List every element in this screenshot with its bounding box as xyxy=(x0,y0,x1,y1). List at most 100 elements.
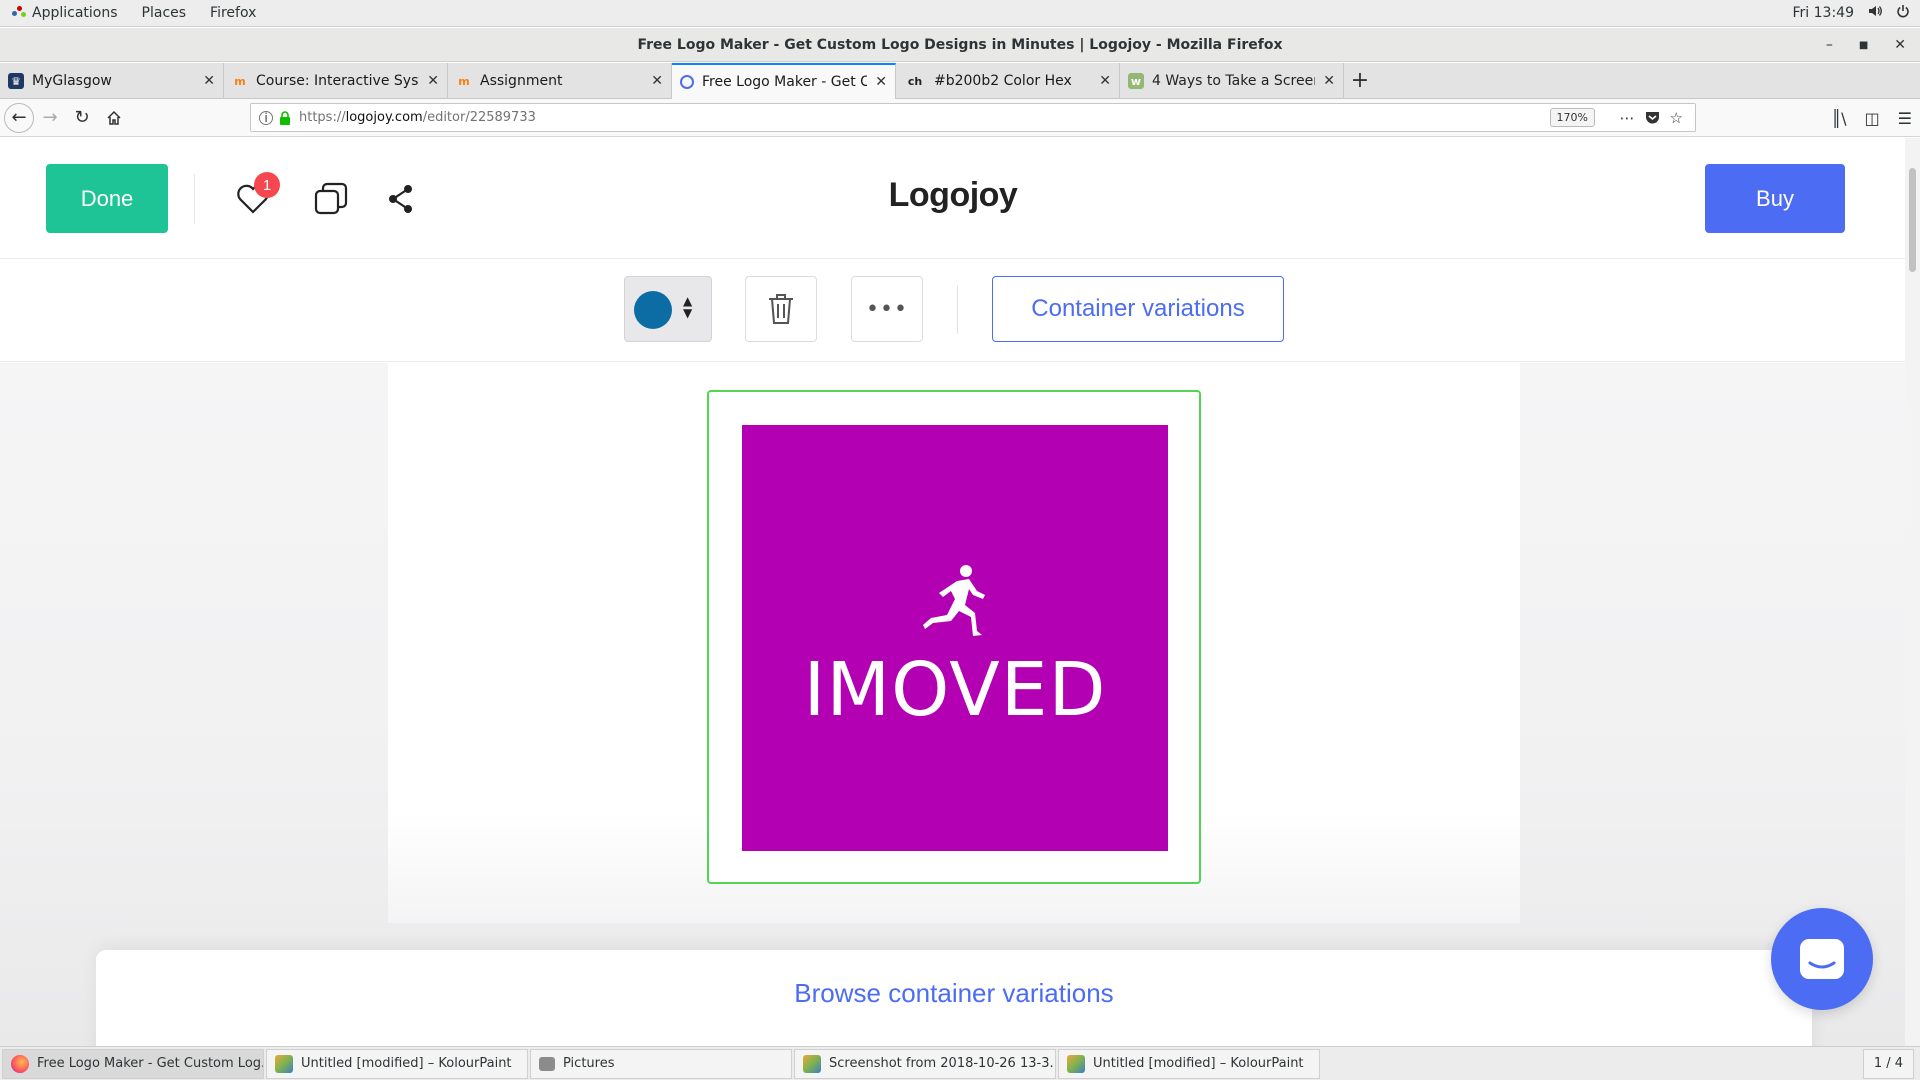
taskbar-label: Untitled [modified] – KolourPaint xyxy=(301,1056,512,1071)
sidebar-icon[interactable]: ◫ xyxy=(1865,109,1880,128)
kolourpaint-icon xyxy=(275,1054,293,1073)
copy-icon xyxy=(314,182,348,215)
tab-myglasgow[interactable]: ♛ MyGlasgow ✕ xyxy=(0,63,224,99)
taskbar-item-kolourpaint-1[interactable]: Untitled [modified] – KolourPaint xyxy=(266,1048,528,1079)
maximize-icon[interactable]: ■ xyxy=(1859,40,1868,51)
moodle-icon: m xyxy=(458,74,470,88)
window-list-taskbar: Free Logo Maker - Get Custom Log... Unti… xyxy=(0,1046,1920,1080)
trash-icon xyxy=(769,294,793,324)
divider xyxy=(957,286,958,334)
chat-icon xyxy=(1800,939,1844,979)
info-icon[interactable]: i xyxy=(259,110,273,125)
taskbar-label: Free Logo Maker - Get Custom Log... xyxy=(37,1056,264,1071)
browse-container-variations-link[interactable]: Browse container variations xyxy=(96,978,1812,1009)
page-scrollbar[interactable] xyxy=(1905,138,1920,1046)
power-icon[interactable] xyxy=(1896,4,1910,22)
home-button[interactable] xyxy=(98,102,130,134)
applications-label: Applications xyxy=(32,5,118,21)
share-icon xyxy=(389,185,412,213)
url-text: https://logojoy.com/editor/22589733 xyxy=(299,110,536,125)
back-button[interactable]: ← xyxy=(4,102,34,133)
plus-icon: + xyxy=(1350,68,1370,93)
taskbar-label: Untitled [modified] – KolourPaint xyxy=(1093,1056,1304,1071)
container-variations-button[interactable]: Container variations xyxy=(992,276,1284,342)
close-tab-icon[interactable]: ✕ xyxy=(651,73,663,89)
favorites-count-badge: 1 xyxy=(254,172,280,198)
bookmark-star-icon[interactable]: ☆ xyxy=(1670,109,1683,127)
minimize-icon[interactable]: – xyxy=(1826,37,1833,53)
folder-icon xyxy=(539,1056,555,1071)
tab-strip: ♛ MyGlasgow ✕ m Course: Interactive Syst… xyxy=(0,63,1920,99)
new-tab-button[interactable]: + xyxy=(1344,63,1376,98)
share-button[interactable] xyxy=(376,174,426,224)
logo-container[interactable]: IMOVED xyxy=(742,425,1168,851)
close-tab-icon[interactable]: ✕ xyxy=(427,73,439,89)
forward-button[interactable]: → xyxy=(34,102,66,134)
taskbar-label: Screenshot from 2018-10-26 13-3... xyxy=(829,1056,1056,1071)
scrollbar-thumb[interactable] xyxy=(1909,168,1916,272)
logo-selection-frame[interactable]: IMOVED xyxy=(707,390,1201,884)
color-picker[interactable]: ▲ ▼ xyxy=(624,276,712,342)
taskbar-item-firefox[interactable]: Free Logo Maker - Get Custom Log... xyxy=(2,1048,264,1079)
close-tab-icon[interactable]: ✕ xyxy=(1323,73,1335,89)
logo-name-text[interactable]: IMOVED xyxy=(742,647,1168,733)
applications-menu[interactable]: Applications xyxy=(0,0,130,26)
tab-course[interactable]: m Course: Interactive Systems ✕ xyxy=(224,63,448,99)
home-icon xyxy=(107,110,121,125)
reload-icon: ↻ xyxy=(74,107,90,128)
chevron-updown-icon: ▲ ▼ xyxy=(683,294,693,320)
duplicate-button[interactable] xyxy=(306,174,356,224)
tab-color-hex[interactable]: ch #b200b2 Color Hex ✕ xyxy=(896,63,1120,99)
kolourpaint-icon xyxy=(803,1054,821,1073)
delete-button[interactable] xyxy=(745,276,817,342)
lock-icon[interactable] xyxy=(279,110,291,125)
tab-assignment[interactable]: m Assignment ✕ xyxy=(448,63,672,99)
firefox-menu[interactable]: Firefox xyxy=(198,0,268,26)
window-title-bar: Free Logo Maker - Get Custom Logo Design… xyxy=(0,28,1920,62)
library-icon[interactable]: ║\ xyxy=(1832,109,1847,128)
pocket-icon[interactable] xyxy=(1645,111,1660,125)
chat-launcher-button[interactable] xyxy=(1771,908,1873,1010)
moodle-icon: m xyxy=(234,74,246,88)
arrow-right-icon: → xyxy=(42,107,58,128)
element-toolbar: ▲ ▼ ••• Container variations xyxy=(0,260,1905,362)
system-top-bar: Applications Places Firefox Fri 13:49 xyxy=(0,0,1920,27)
logojoy-brand[interactable]: Logojoy xyxy=(860,176,1046,215)
zoom-indicator[interactable]: 170% xyxy=(1549,108,1595,127)
close-tab-icon[interactable]: ✕ xyxy=(1099,73,1111,89)
runner-icon[interactable] xyxy=(921,563,987,639)
wikihow-icon: w xyxy=(1128,73,1144,89)
workspace-switcher[interactable]: 1 / 4 xyxy=(1862,1048,1914,1079)
editor-header: Done 1 Logojoy Buy xyxy=(0,138,1905,259)
tab-label: MyGlasgow xyxy=(32,73,112,89)
university-icon: ♛ xyxy=(8,73,24,89)
tab-screenshot[interactable]: w 4 Ways to Take a Screenshot ✕ xyxy=(1120,63,1344,99)
close-tab-icon[interactable]: ✕ xyxy=(203,73,215,89)
tab-label: Assignment xyxy=(480,73,563,89)
more-dots-icon: ••• xyxy=(866,296,908,322)
page-actions-icon[interactable]: ⋯ xyxy=(1620,109,1635,127)
editor-canvas-area: IMOVED xyxy=(0,363,1905,1046)
url-bar[interactable]: i https://logojoy.com/editor/22589733 17… xyxy=(250,103,1696,132)
kolourpaint-icon xyxy=(1067,1054,1085,1073)
navigation-toolbar: ← → ↻ i https://logojoy.com/editor/22589… xyxy=(0,99,1920,137)
taskbar-item-screenshot[interactable]: Screenshot from 2018-10-26 13-3... xyxy=(794,1048,1056,1079)
firefox-icon xyxy=(11,1054,29,1073)
web-page: Done 1 Logojoy Buy ▲ ▼ ••• Container vari… xyxy=(0,138,1920,1046)
volume-icon[interactable] xyxy=(1868,4,1882,22)
variations-panel: Browse container variations xyxy=(96,950,1812,1046)
tab-label: Free Logo Maker - Get Custom xyxy=(702,74,868,90)
more-options-button[interactable]: ••• xyxy=(851,276,923,342)
reload-button[interactable]: ↻ xyxy=(66,102,98,134)
close-tab-icon[interactable]: ✕ xyxy=(875,74,887,90)
tab-logojoy[interactable]: Free Logo Maker - Get Custom ✕ xyxy=(672,63,896,99)
buy-button[interactable]: Buy xyxy=(1705,164,1845,233)
places-menu[interactable]: Places xyxy=(130,0,199,26)
menu-icon[interactable]: ☰ xyxy=(1898,109,1912,128)
close-window-icon[interactable]: ✕ xyxy=(1894,37,1906,53)
taskbar-item-pictures[interactable]: Pictures xyxy=(530,1048,792,1079)
done-button[interactable]: Done xyxy=(46,164,168,233)
arrow-left-icon: ← xyxy=(11,107,27,128)
taskbar-item-kolourpaint-2[interactable]: Untitled [modified] – KolourPaint xyxy=(1058,1048,1320,1079)
clock[interactable]: Fri 13:49 xyxy=(1793,5,1854,21)
